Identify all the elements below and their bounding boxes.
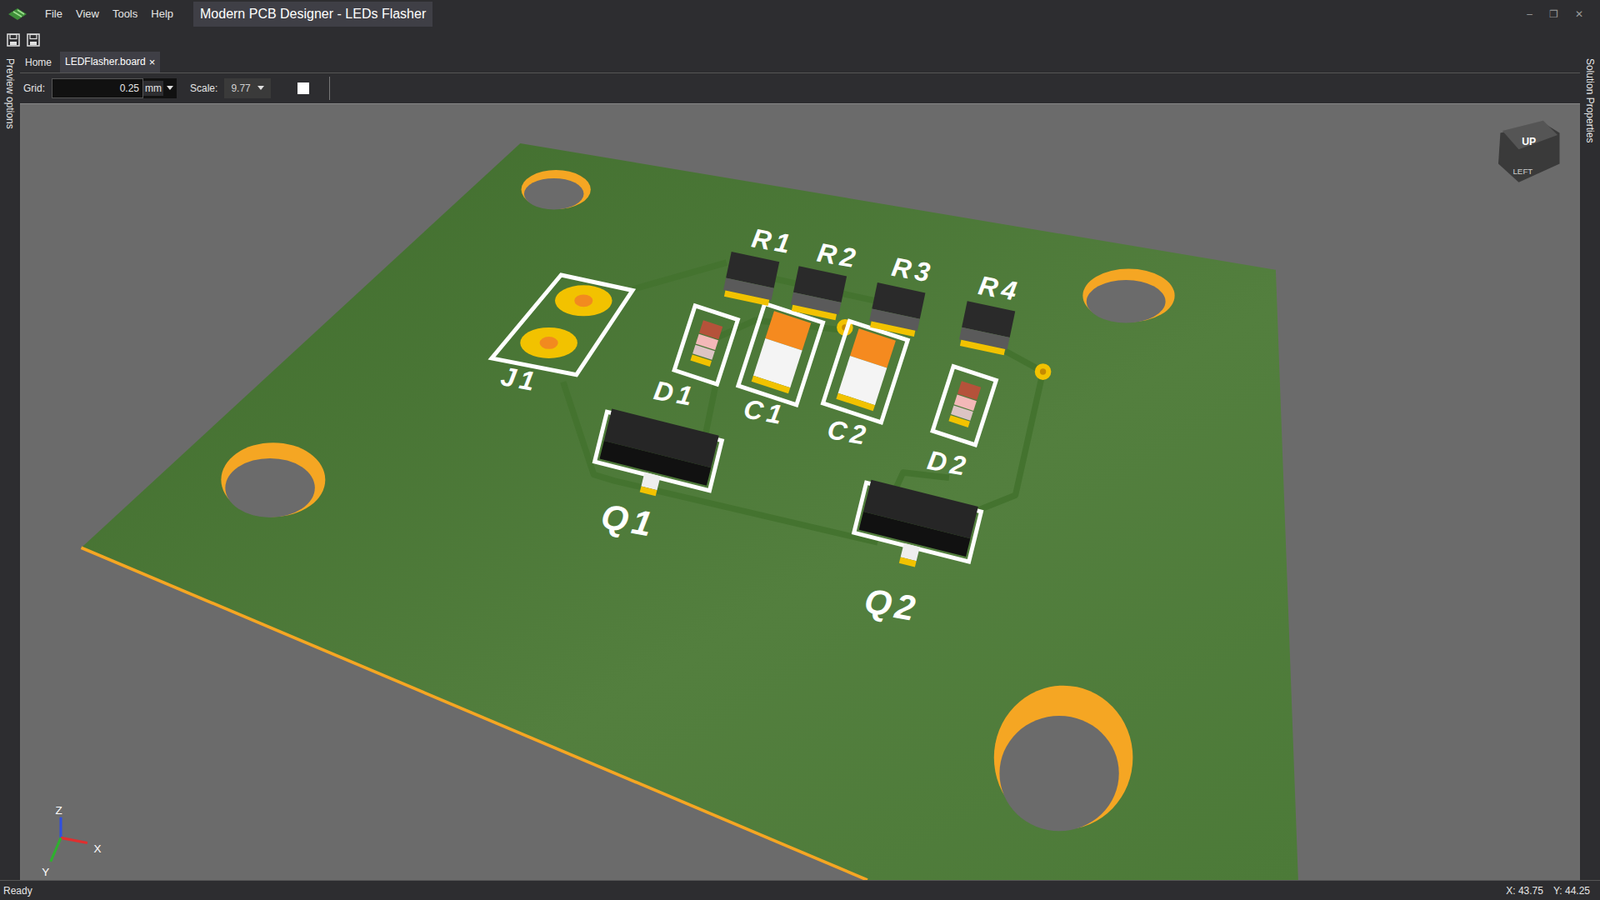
document-tab[interactable]: LEDFlasher.board× xyxy=(60,51,160,74)
axis-indicator: Z X Y xyxy=(41,804,101,879)
mounting-hole xyxy=(1082,269,1175,324)
reference-label: D1 xyxy=(651,375,699,412)
transistor[interactable] xyxy=(590,407,723,509)
reference-label: R3 xyxy=(889,251,936,289)
reference-label: Q2 xyxy=(861,580,923,630)
tab-bar: HomeLEDFlasher.board× xyxy=(20,51,1580,74)
reference-label: J1 xyxy=(498,360,541,398)
color-button[interactable] xyxy=(297,82,310,95)
connector[interactable] xyxy=(491,275,633,375)
mounting-hole xyxy=(994,685,1134,832)
mounting-hole xyxy=(521,170,591,210)
tab-close-button[interactable]: × xyxy=(149,54,156,71)
transistor[interactable] xyxy=(849,479,982,580)
svg-text:UP: UP xyxy=(1521,135,1536,148)
reference-label: R4 xyxy=(976,270,1024,307)
resistor[interactable] xyxy=(868,282,926,337)
resistor[interactable] xyxy=(958,300,1016,355)
view-cube[interactable]: UP LEFT xyxy=(1498,120,1560,183)
board-3d-view[interactable]: J1 D1 C1 C2 D2 Q1 Q2 R1 R2 R3 R4 UP LEFT Z X Y xyxy=(20,104,1580,880)
window-title: Modern PCB Designer - LEDs Flasher xyxy=(193,1,433,27)
diode[interactable] xyxy=(674,305,738,385)
reference-label: D2 xyxy=(925,445,972,482)
grid-field[interactable]: 0.25 xyxy=(51,78,144,99)
3d-viewport[interactable]: J1 D1 C1 C2 D2 Q1 Q2 R1 R2 R3 R4 UP LEFT Z X Y xyxy=(20,103,1580,880)
grid-label: Grid: xyxy=(23,80,45,96)
resistor[interactable] xyxy=(722,251,780,306)
window-control-button[interactable]: ❐ xyxy=(1549,6,1559,22)
svg-text:LEFT: LEFT xyxy=(1512,166,1533,176)
save-all-icon[interactable] xyxy=(26,33,40,47)
window-controls: –❐ ✕ xyxy=(1526,6,1594,22)
app-window: File View Tools Help Modern PCB Designer - L… xyxy=(0,0,1600,900)
pcb-board xyxy=(81,143,1299,880)
menu-item[interactable]: Help xyxy=(150,5,174,23)
menu-item[interactable]: View xyxy=(75,5,100,23)
cursor-y: Y: 44.25 xyxy=(1553,883,1590,899)
left-side-panel[interactable]: Preview options xyxy=(0,51,20,880)
capacitor[interactable] xyxy=(823,320,909,423)
right-side-panel[interactable]: Solution Properties xyxy=(1580,51,1600,880)
resistor[interactable] xyxy=(789,265,847,320)
unit-select[interactable]: mm xyxy=(143,78,177,99)
main-toolbar xyxy=(0,28,1600,52)
save-icon[interactable] xyxy=(6,33,20,47)
document-tab[interactable]: Home xyxy=(20,52,57,73)
window-control-button[interactable]: ✕ xyxy=(1575,6,1584,22)
scale-select[interactable]: 9.77 xyxy=(224,78,270,99)
reference-label: R2 xyxy=(815,237,862,275)
status-text: Ready xyxy=(3,883,33,899)
svg-text:X: X xyxy=(94,842,102,855)
menu-item[interactable]: File xyxy=(45,5,63,23)
diode[interactable] xyxy=(932,366,996,445)
status-bar: Ready X: 43.75 Y: 44.25 xyxy=(0,880,1600,900)
reference-label: R1 xyxy=(750,222,797,260)
via xyxy=(1035,363,1052,380)
window-control-button[interactable]: – xyxy=(1526,6,1533,22)
unit-dropdown-icon[interactable] xyxy=(166,85,174,91)
view-toolbar: Grid: 0.25mm Scale: 9.77 xyxy=(20,73,1580,104)
reference-label: C1 xyxy=(741,393,789,430)
traces xyxy=(563,262,1044,543)
svg-text:Y: Y xyxy=(41,865,50,879)
scale-dropdown-icon[interactable] xyxy=(257,85,265,91)
cursor-x: X: 43.75 xyxy=(1505,883,1544,899)
mounting-hole xyxy=(220,442,325,518)
toolbar-separator xyxy=(329,76,330,100)
workspace: Preview optionsHomeLEDFlasher.board×Grid… xyxy=(0,51,1600,880)
menu-item[interactable]: Tools xyxy=(112,5,138,23)
document-area: HomeLEDFlasher.board× Grid: 0.25mm Scale: 9.… xyxy=(20,51,1580,880)
svg-text:Z: Z xyxy=(55,804,62,817)
capacitor[interactable] xyxy=(738,303,824,405)
menu-bar: File View Tools Help xyxy=(45,5,174,23)
app-logo-icon xyxy=(6,6,29,22)
title-bar: File View Tools Help Modern PCB Designer - L… xyxy=(0,0,1600,29)
reference-label: Q1 xyxy=(598,495,660,545)
reference-label: C2 xyxy=(825,414,872,451)
scale-label: Scale: xyxy=(190,80,218,96)
